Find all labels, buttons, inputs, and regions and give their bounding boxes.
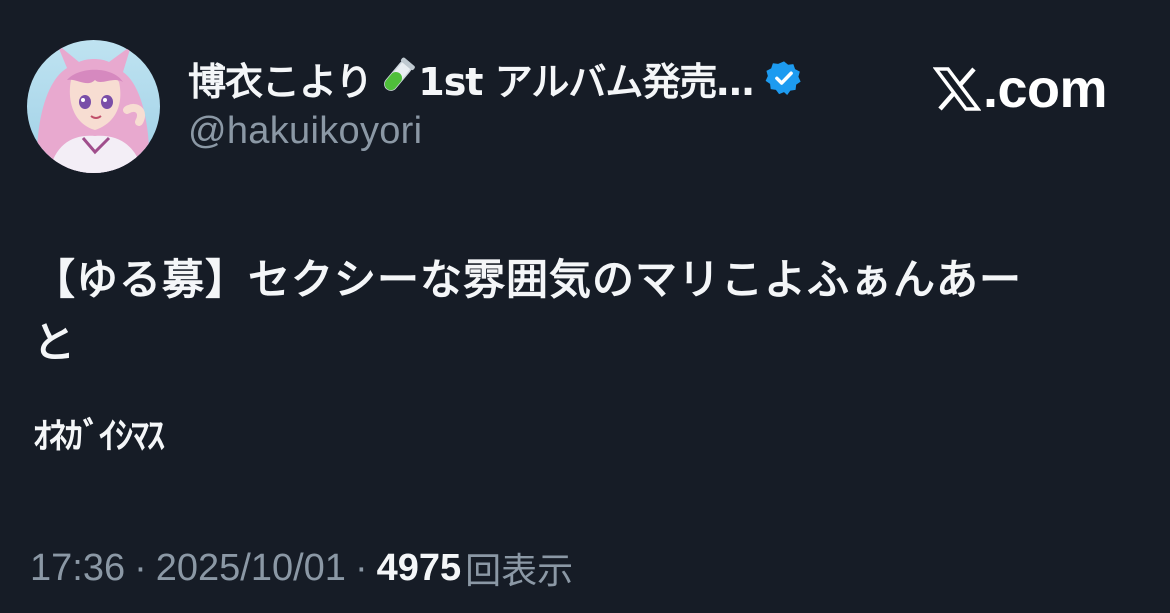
author-avatar[interactable] bbox=[27, 40, 160, 173]
author-name-suffix[interactable]: 1st アルバム発売… bbox=[418, 51, 754, 106]
meta-separator: · bbox=[134, 546, 147, 589]
post-text: 【ゆる募】セクシーな雰囲気のマリこよふぁんあー と bbox=[33, 248, 1143, 374]
x-logo-icon bbox=[932, 65, 982, 113]
post-time[interactable]: 17:36 bbox=[30, 547, 125, 590]
meta-separator: · bbox=[354, 546, 368, 589]
post-date[interactable]: 2025/10/01 bbox=[156, 547, 346, 590]
post-text-line: ｵﾈｶﾞｲｼﾏｽ bbox=[33, 416, 165, 457]
avatar-image bbox=[27, 40, 160, 173]
brand-domain-text: .com bbox=[983, 59, 1108, 119]
brand-watermark: .com bbox=[932, 58, 1108, 120]
author-name-row: 博衣こより 1st アルバム発売… bbox=[188, 52, 803, 104]
post-text-line: と bbox=[33, 318, 77, 367]
verified-badge-icon[interactable] bbox=[765, 59, 803, 97]
views-count: 4975 bbox=[376, 546, 462, 589]
test-tube-icon bbox=[376, 56, 416, 100]
post-text-line: 【ゆる募】セクシーな雰囲気のマリこよふぁんあー bbox=[33, 255, 1023, 304]
post-meta: 17:36 · 2025/10/01 · 4975 回表示 bbox=[30, 540, 573, 596]
author-display-name[interactable]: 博衣こより bbox=[188, 51, 373, 106]
author-handle[interactable]: @hakuikoyori bbox=[188, 110, 422, 153]
views-label: 回表示 bbox=[465, 551, 574, 592]
